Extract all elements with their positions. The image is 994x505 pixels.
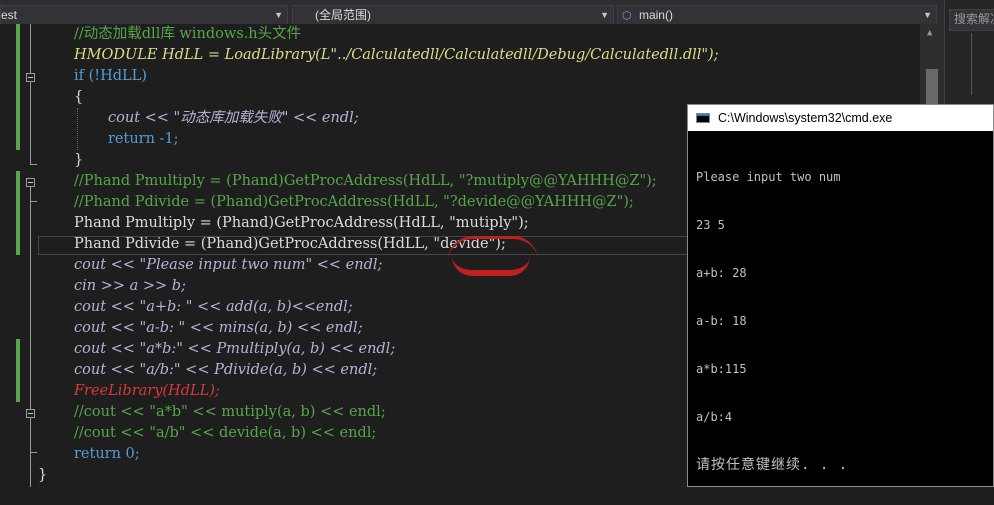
code-line: cout << "a*b:" << Pmultiply(a, b) << end… xyxy=(74,339,395,360)
console-title: C:\Windows\system32\cmd.exe xyxy=(718,111,893,125)
code-line: } xyxy=(74,150,83,171)
code-line: cout << "a/b:" << Pdivide(a, b) << endl; xyxy=(74,360,377,381)
code-text: FreeLibrary(HdLL); xyxy=(74,383,220,399)
code-line: return 0; xyxy=(74,444,140,465)
code-line: //cout << "a*b" << mutiply(a, b) << endl… xyxy=(74,402,386,423)
collapse-icon[interactable] xyxy=(26,409,35,418)
code-line: FreeLibrary(HdLL); xyxy=(74,381,220,402)
code-text: cin >> a >> b; xyxy=(74,278,186,294)
code-text: cout << "a-b: " << mins(a, b) << endl; xyxy=(74,320,363,336)
code-text: //Phand Pmultiply = (Phand)GetProcAddres… xyxy=(74,173,657,189)
code-line: //cout << "a/b" << devide(a, b) << endl; xyxy=(74,423,376,444)
scope-combo[interactable]: (全局范围) ▼ xyxy=(292,5,614,25)
fold-line xyxy=(30,82,31,164)
console-line: a*b:115 xyxy=(696,362,747,376)
code-text: cout << "a+b: " << add(a, b)<<endl; xyxy=(74,299,353,315)
console-output: Please input two num 23 5 a+b: 28 a-b: 1… xyxy=(696,137,986,505)
code-line: cin >> a >> b; xyxy=(74,276,186,297)
fold-line xyxy=(30,452,31,487)
method-cube-icon: ⬡ xyxy=(622,10,632,22)
chevron-down-icon: ▼ xyxy=(274,10,283,20)
member-combo[interactable]: ⬡ main() ▼ xyxy=(617,5,937,25)
code-line: if (!HdLL) xyxy=(74,66,147,87)
code-text: //cout << "a*b" << mutiply(a, b) << endl… xyxy=(74,404,386,420)
code-text: if (!HdLL) xyxy=(74,68,147,84)
chevron-down-icon: ▼ xyxy=(923,10,932,20)
chevron-down-icon: ▼ xyxy=(600,10,609,20)
indent-guide xyxy=(77,108,78,150)
code-line: cout << "a+b: " << add(a, b)<<endl; xyxy=(74,297,353,318)
annotation-underline xyxy=(452,256,530,276)
fold-end xyxy=(30,201,37,202)
fold-end xyxy=(30,164,37,165)
project-combo[interactable]: est ▼ xyxy=(0,5,288,25)
change-marker xyxy=(16,171,20,255)
change-marker xyxy=(16,24,20,150)
code-line: } xyxy=(38,465,47,486)
code-line: Phand Pmultiply = (Phand)GetProcAddress(… xyxy=(74,213,529,234)
code-line: cout << "Please input two num" << endl; xyxy=(74,255,382,276)
code-line: //Phand Pmultiply = (Phand)GetProcAddres… xyxy=(74,171,657,192)
code-text: cout << "Please input two num" << endl; xyxy=(74,257,383,273)
code-text: Phand Pmultiply = (Phand)GetProcAddress(… xyxy=(74,215,529,231)
console-app-icon xyxy=(696,113,710,123)
tree-line xyxy=(971,33,972,95)
change-marker xyxy=(16,339,20,402)
code-text: Phand Pdivide = (Phand)GetProcAddress(Hd… xyxy=(74,236,506,252)
console-line: a/b:4 xyxy=(696,410,733,424)
code-text: HMODULE HdLL = LoadLibrary(L"../Calculat… xyxy=(74,47,719,63)
code-text: cout << "a/b:" << Pdivide(a, b) << endl; xyxy=(74,362,378,378)
code-text: cout << "动态库加载失败" << endl; xyxy=(108,110,359,126)
code-text: { xyxy=(74,89,84,105)
code-text: //Phand Pdivide = (Phand)GetProcAddress(… xyxy=(74,194,634,210)
member-combo-value: main() xyxy=(638,8,673,22)
code-line: //动态加载dll库 windows.h头文件 xyxy=(74,24,301,45)
console-window[interactable]: C:\Windows\system32\cmd.exe Please input… xyxy=(687,104,994,487)
project-combo-value: est xyxy=(1,8,18,22)
fold-line xyxy=(30,24,31,73)
scope-combo-value: (全局范围) xyxy=(315,8,371,22)
scroll-up-icon[interactable]: ▲ xyxy=(927,28,932,38)
fold-line xyxy=(30,187,31,201)
code-text: //cout << "a/b" << devide(a, b) << endl; xyxy=(74,425,377,441)
solution-search-input[interactable]: 搜索解决 xyxy=(949,9,994,31)
code-text: return 0; xyxy=(74,446,140,462)
code-line: cout << "a-b: " << mins(a, b) << endl; xyxy=(74,318,363,339)
code-line: HMODULE HdLL = LoadLibrary(L"../Calculat… xyxy=(74,45,719,66)
console-line: 请按任意键继续. . . xyxy=(696,457,849,473)
console-line: Please input two num xyxy=(696,170,841,184)
fold-line xyxy=(30,201,31,411)
code-line: //Phand Pdivide = (Phand)GetProcAddress(… xyxy=(74,192,634,213)
console-line: a-b: 18 xyxy=(696,314,747,328)
console-title-bar[interactable]: C:\Windows\system32\cmd.exe xyxy=(688,105,993,131)
collapse-icon[interactable] xyxy=(26,73,35,82)
code-line: return -1; xyxy=(108,129,179,150)
console-line: 23 5 xyxy=(696,218,725,232)
code-text: cout << "a*b:" << Pmultiply(a, b) << end… xyxy=(74,341,396,357)
code-line: { xyxy=(74,87,83,108)
collapse-icon[interactable] xyxy=(26,178,35,187)
console-line: a+b: 28 xyxy=(696,266,747,280)
code-text: //动态加载dll库 windows.h头文件 xyxy=(74,26,302,42)
code-text: return -1; xyxy=(108,131,179,147)
code-text: } xyxy=(38,467,48,483)
fold-line xyxy=(30,418,31,452)
code-line: Phand Pdivide = (Phand)GetProcAddress(Hd… xyxy=(74,234,506,255)
fold-end xyxy=(30,452,37,453)
code-text: } xyxy=(74,152,84,168)
code-line: cout << "动态库加载失败" << endl; xyxy=(108,108,359,129)
